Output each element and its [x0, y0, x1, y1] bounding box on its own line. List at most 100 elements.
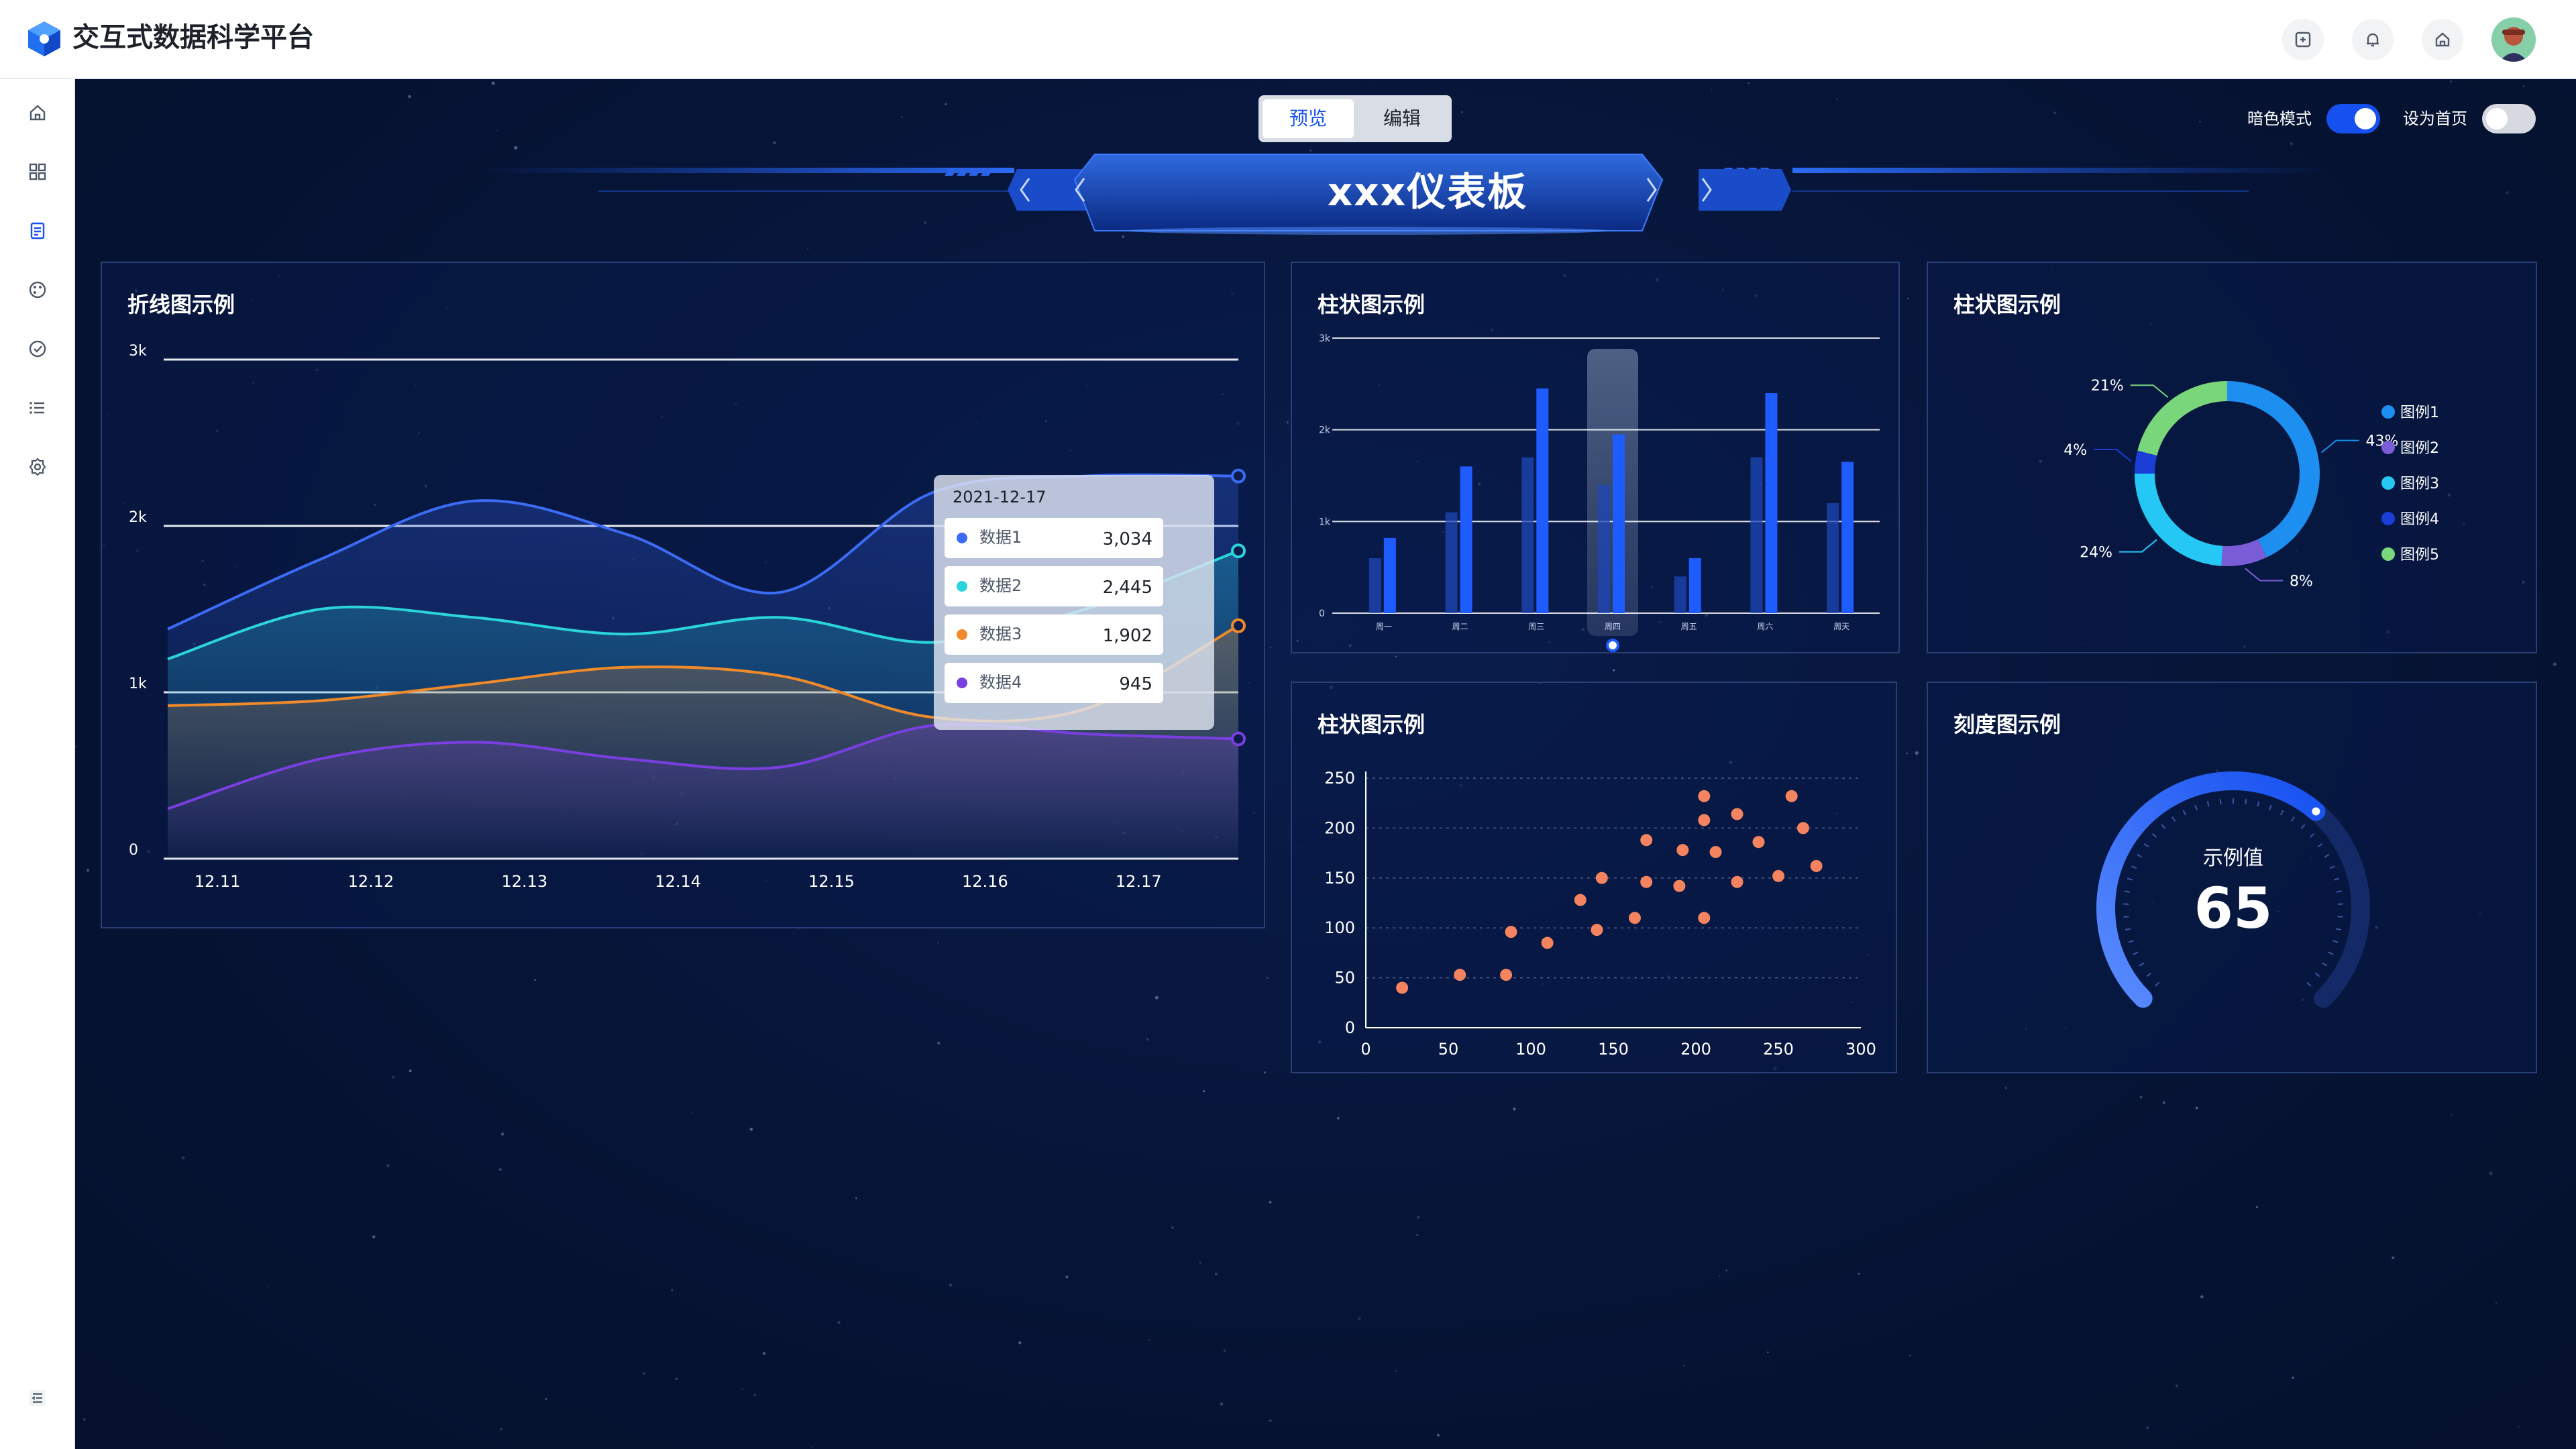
star [1263, 1071, 1266, 1074]
sidebar-item-palette[interactable] [21, 274, 54, 306]
scatter-point [1698, 814, 1711, 826]
notification-button[interactable] [2352, 19, 2394, 60]
gauge-tick [2329, 865, 2335, 869]
star [372, 1235, 376, 1239]
scatter-point [1640, 834, 1653, 847]
x-tick-label: 12.17 [1116, 872, 1162, 891]
star [1512, 1107, 1516, 1111]
star [1906, 752, 1908, 755]
tooltip-dot [957, 581, 967, 592]
home-button[interactable] [2422, 19, 2463, 60]
user-avatar[interactable] [2491, 17, 2536, 62]
tooltip-series-name: 数据2 [979, 576, 1022, 595]
star [1146, 1037, 1149, 1041]
sidebar-item-list[interactable] [21, 392, 54, 424]
series-end-point [1231, 618, 1246, 633]
bar-chart-panel: 柱状图示例 0 1k 2k 3k 周一 周二 周三 周四 周五 周六 周天 [1291, 262, 1900, 653]
star [1683, 1364, 1685, 1366]
app: { "app": {"title": "交互式数据科学平台"}, "header… [0, 0, 2576, 1449]
gauge-tick [2206, 801, 2210, 807]
list-icon [30, 402, 44, 414]
sidebar-item-home[interactable] [21, 97, 54, 129]
star [1907, 297, 1909, 300]
gauge-tick [2219, 799, 2222, 805]
avatar-image [2491, 17, 2536, 62]
highlight-marker [1606, 639, 1619, 652]
star [676, 1377, 678, 1380]
scatter-point [1796, 822, 1809, 835]
y-tick-label: 150 [1324, 869, 1355, 888]
star [2255, 1205, 2259, 1209]
legend-swatch [2381, 512, 2395, 525]
sidebar-item-documents[interactable] [21, 215, 54, 247]
star [1266, 976, 1269, 979]
fullscreen-icon [2295, 32, 2311, 48]
star [1915, 751, 1919, 755]
tooltip-series-value: 2,445 [1102, 578, 1152, 598]
star [1203, 1090, 1205, 1093]
scatter-point [1676, 844, 1689, 857]
tooltip-row: 数据3 1,902 [945, 614, 1163, 655]
donut-slice [2137, 381, 2227, 456]
bar [1674, 576, 1686, 613]
scatter-point [1595, 871, 1608, 884]
gauge-tick [2337, 916, 2343, 918]
x-tick-label: 100 [1515, 1040, 1546, 1059]
star [692, 1112, 694, 1114]
gauge-tick [2137, 853, 2143, 858]
sidebar-item-settings[interactable] [21, 451, 54, 483]
bar [1750, 457, 1763, 613]
tooltip-series-name: 数据1 [979, 528, 1022, 547]
scatter-point [1785, 790, 1798, 802]
star [2292, 1377, 2294, 1379]
star [1612, 669, 1615, 672]
legend-label: 图例4 [2400, 511, 2439, 528]
gauge-tick [2332, 940, 2339, 943]
star [1269, 1419, 1273, 1423]
star [1357, 1317, 1361, 1321]
scatter-point [1541, 936, 1554, 949]
gauge-tick [2143, 843, 2149, 848]
sidebar-item-tasks[interactable] [21, 333, 54, 365]
home-icon [30, 105, 46, 121]
x-tick-label: 周一 [1376, 622, 1392, 631]
star [749, 1128, 753, 1131]
star [1065, 1275, 1069, 1279]
tooltip-series-value: 945 [1119, 674, 1152, 694]
donut-chart-panel: 柱状图示例 43% 8% 24% 4% 21% 图例1 图例2 图例3 图例4 图例5 [1927, 262, 2537, 653]
bar [1445, 512, 1458, 613]
x-tick-label: 12.15 [808, 872, 855, 891]
y-tick-label: 2k [1319, 425, 1331, 436]
star [937, 942, 939, 944]
star [1220, 1402, 1224, 1406]
star [2495, 1302, 2498, 1304]
tooltip-series-name: 数据3 [979, 625, 1022, 643]
scatter-point [1505, 926, 1517, 938]
star [86, 869, 90, 872]
dashboard-canvas: 预览 编辑 暗色模式 设为首页 xxx仪表板 折线图示例 0 1k 2k 3k … [75, 79, 2576, 1449]
slice-label: 21% [2091, 378, 2124, 394]
legend-label: 图例1 [2400, 405, 2439, 421]
donut-slice [2135, 474, 2223, 566]
star [2489, 1171, 2493, 1175]
x-tick-label: 周天 [1833, 622, 1849, 631]
x-tick-label: 12.12 [348, 872, 394, 891]
gauge-tick [2125, 928, 2131, 930]
slice-label: 4% [2063, 442, 2087, 459]
series-end-point [1231, 468, 1246, 484]
fullscreen-button[interactable] [2282, 19, 2324, 60]
star [753, 1393, 757, 1397]
scatter-point [1673, 879, 1686, 892]
star [1269, 1201, 1272, 1204]
star [2553, 662, 2557, 666]
y-tick-label: 0 [129, 842, 138, 859]
tooltip-dot [957, 629, 967, 640]
gauge-value: 65 [2194, 875, 2273, 941]
sidebar-collapse-button[interactable] [21, 1382, 54, 1414]
bar [1383, 537, 1396, 613]
sidebar-item-apps[interactable] [21, 156, 54, 188]
slice-label: 8% [2290, 573, 2313, 590]
bar [1536, 388, 1549, 613]
star [2146, 1426, 2149, 1430]
gauge-tick [2257, 801, 2260, 807]
